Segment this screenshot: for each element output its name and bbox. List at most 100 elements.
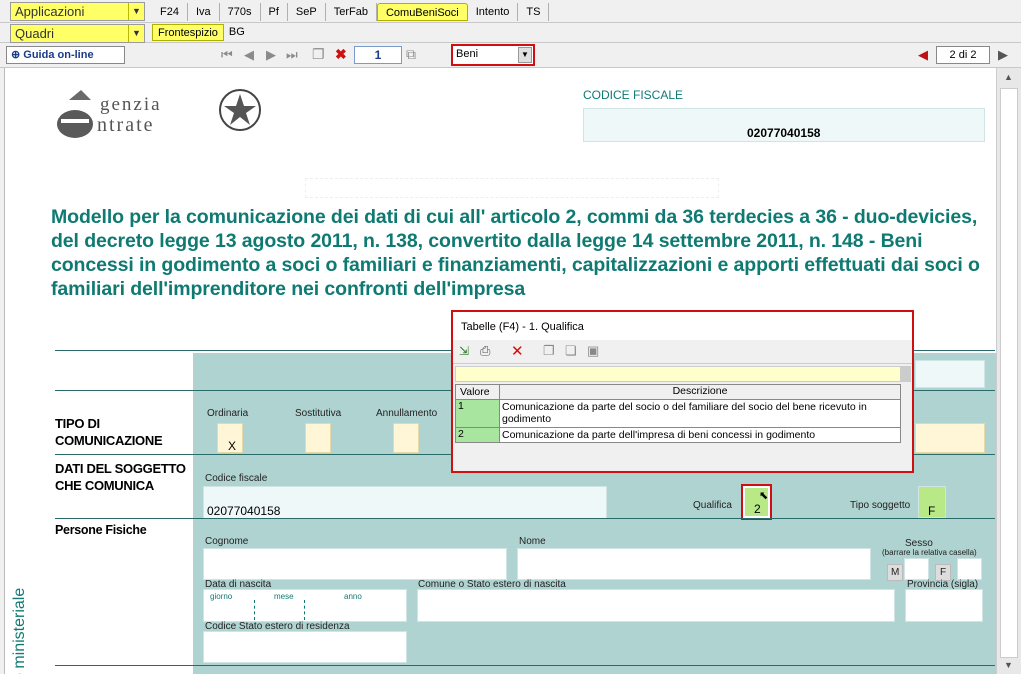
side-vertical-label: o ministeriale xyxy=(11,587,28,674)
tabelle-popup: Tabelle (F4) - 1. Qualifica ⇲ ⎙ ✕ ❐ ❏ ▣ … xyxy=(451,310,914,473)
prev-module-icon[interactable]: ◀ xyxy=(918,47,928,63)
guida-label: Guida on-line xyxy=(23,49,94,61)
blank-area xyxy=(305,178,719,198)
chevron-down-icon[interactable]: ▼ xyxy=(128,25,144,42)
divider xyxy=(55,518,995,519)
tab-iva[interactable]: Iva xyxy=(188,3,220,21)
toolbar: ⊕ Guida on-line ⏮ ◀ ▶ ⏭ ❐ ✖ 1 ⧉ Beni ▼ ◀… xyxy=(0,43,1021,68)
popup-table: Valore Descrizione 1 Comunicazione da pa… xyxy=(455,384,901,443)
last-page-icon[interactable]: ⏭ xyxy=(286,47,298,63)
chevron-down-icon[interactable]: ▼ xyxy=(518,47,532,63)
tab-bg[interactable]: BG xyxy=(224,24,250,41)
guida-online-button[interactable]: ⊕ Guida on-line xyxy=(6,46,125,64)
tab-intento[interactable]: Intento xyxy=(468,3,519,21)
agenzia-entrate-logo: genzia ntrate xyxy=(55,86,265,141)
page-indicator: 2 di 2 xyxy=(936,46,990,64)
row-valore[interactable]: 2 xyxy=(455,427,500,443)
paste-icon[interactable]: ❏ xyxy=(565,343,577,359)
vertical-scrollbar[interactable]: ▲ ▼ xyxy=(996,68,1021,674)
page-number-input[interactable]: 1 xyxy=(354,46,402,64)
tab-770s[interactable]: 770s xyxy=(220,3,261,21)
chevron-down-icon[interactable]: ▼ xyxy=(128,3,144,20)
date-separator xyxy=(254,600,255,620)
tab-sep[interactable]: SeP xyxy=(288,3,326,21)
tab-terfab[interactable]: TerFab xyxy=(326,3,377,21)
cf-header-field[interactable]: 02077040158 xyxy=(583,108,985,142)
sostitutiva-checkbox[interactable] xyxy=(305,423,331,453)
table-row[interactable]: 1 Comunicazione da parte del socio o del… xyxy=(455,399,901,428)
popup-scroll-stub xyxy=(900,366,911,382)
ordinaria-checkbox[interactable]: X xyxy=(217,423,243,453)
scroll-up-icon[interactable]: ▲ xyxy=(1004,72,1013,82)
tab-comubenisoci[interactable]: ComuBeniSoci xyxy=(376,3,468,21)
scroll-down-icon[interactable]: ▼ xyxy=(1004,660,1013,670)
codice-fiscale-value: 02077040158 xyxy=(207,504,281,518)
first-page-icon[interactable]: ⏮ xyxy=(221,47,233,63)
row-descrizione[interactable]: Comunicazione da parte del socio o del f… xyxy=(499,399,901,428)
annullamento-checkbox[interactable] xyxy=(393,423,419,453)
popup-toolbar: ⇲ ⎙ ✕ ❐ ❏ ▣ xyxy=(453,340,912,364)
clear-icon[interactable]: ▣ xyxy=(587,343,599,359)
delete-page-icon[interactable]: ✖ xyxy=(335,46,347,63)
annullamento-label: Annullamento xyxy=(376,408,438,419)
nome-field[interactable] xyxy=(517,548,871,580)
delete-icon[interactable]: ✕ xyxy=(511,342,524,360)
date-separator xyxy=(304,600,305,620)
popup-title: Tabelle (F4) - 1. Qualifica xyxy=(461,321,584,333)
cognome-label: Cognome xyxy=(205,536,249,547)
sesso-f-checkbox[interactable] xyxy=(957,558,982,580)
next-page-icon[interactable]: ▶ xyxy=(266,47,276,63)
sesso-note: (barrare la relativa casella) xyxy=(882,548,977,557)
col-header-descrizione: Descrizione xyxy=(499,384,901,400)
qualifica-value: 2 xyxy=(754,502,761,516)
tab-pf[interactable]: Pf xyxy=(261,3,288,21)
section-select[interactable]: Beni ▼ xyxy=(451,44,535,66)
persone-fisiche-label: Persone Fisiche xyxy=(55,523,147,537)
provincia-field[interactable] xyxy=(905,589,983,622)
sesso-m-label: M xyxy=(887,564,904,581)
quadri-select[interactable]: Quadri ▼ xyxy=(10,24,145,43)
cognome-field[interactable] xyxy=(203,548,507,580)
tipo-comunicazione-label: TIPO DI COMUNICAZIONE xyxy=(55,416,163,448)
data-nascita-field[interactable]: giorno mese anno xyxy=(203,589,407,622)
tipo-soggetto-label: Tipo soggetto xyxy=(850,500,911,511)
logo-text-agenzia: genzia xyxy=(100,94,162,115)
ordinaria-mark: X xyxy=(228,439,237,453)
copy-icon[interactable]: ❐ xyxy=(543,343,555,359)
comune-field[interactable] xyxy=(417,589,895,622)
table-row[interactable]: 2 Comunicazione da parte dell'impresa di… xyxy=(455,427,901,443)
tab-f24[interactable]: F24 xyxy=(152,3,188,21)
cf-header-value: 02077040158 xyxy=(747,126,821,140)
print-icon[interactable]: ⎙ xyxy=(480,343,490,359)
tab-frontespizio[interactable]: Frontespizio xyxy=(152,24,224,41)
goto-page-icon[interactable]: ⧉ xyxy=(406,46,416,63)
applicazioni-select[interactable]: Applicazioni ▼ xyxy=(10,2,145,21)
codice-fiscale-field[interactable]: 02077040158 xyxy=(203,486,607,519)
popup-filter-row[interactable] xyxy=(455,366,911,382)
top-right-field[interactable] xyxy=(915,360,985,388)
nome-label: Nome xyxy=(519,536,546,547)
quadri-label: Quadri xyxy=(15,26,55,41)
new-page-icon[interactable]: ❐ xyxy=(312,46,325,63)
next-module-icon[interactable]: ▶ xyxy=(998,47,1008,63)
import-icon[interactable]: ⇲ xyxy=(459,344,469,358)
row-valore[interactable]: 1 xyxy=(455,399,500,428)
right-checkbox-field[interactable] xyxy=(915,423,985,453)
qualifica-field[interactable]: 2 ⬉ xyxy=(745,488,768,516)
qualifica-field-highlight[interactable]: 2 ⬉ xyxy=(741,484,772,520)
scrollbar-thumb[interactable] xyxy=(1000,88,1018,658)
section-select-value: Beni xyxy=(456,48,479,60)
tab-ts[interactable]: TS xyxy=(518,3,550,21)
quadri-tabs: Frontespizio BG xyxy=(152,24,250,41)
applicazioni-label: Applicazioni xyxy=(15,4,85,19)
mese-label: mese xyxy=(274,592,294,601)
prev-page-icon[interactable]: ◀ xyxy=(244,47,254,63)
logo-text-entrate: ntrate xyxy=(97,114,155,136)
codice-stato-field[interactable] xyxy=(203,631,407,663)
anno-label: anno xyxy=(344,592,362,601)
giorno-label: giorno xyxy=(210,592,233,601)
sesso-m-checkbox[interactable] xyxy=(904,558,929,580)
tipo-soggetto-value: F xyxy=(928,504,936,518)
tipo-soggetto-field[interactable]: F xyxy=(918,486,946,518)
row-descrizione[interactable]: Comunicazione da parte dell'impresa di b… xyxy=(499,427,901,443)
